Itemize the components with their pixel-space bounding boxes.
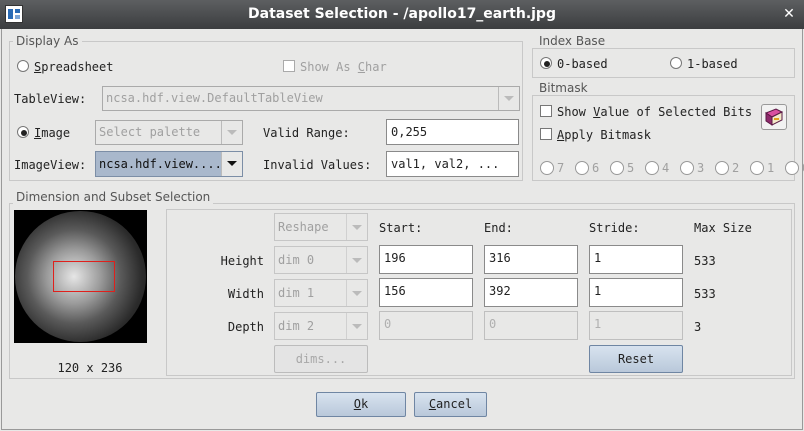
zero-based-radio[interactable] — [540, 57, 552, 69]
invalid-values-label: Invalid Values: — [263, 158, 372, 172]
width-label: Width — [227, 287, 264, 301]
depth-dim-value: dim 2 — [278, 319, 315, 333]
height-max-size: 533 — [694, 254, 716, 268]
close-icon[interactable]: ✕ — [780, 5, 798, 23]
bit-radio[interactable] — [575, 161, 589, 175]
chevron-down-icon — [352, 324, 362, 329]
height-dim-select[interactable]: dim 0 — [274, 246, 368, 274]
cancel-button[interactable]: Cancel — [414, 392, 487, 417]
bit-radio[interactable] — [610, 161, 624, 175]
apply-bitmask-label[interactable]: Apply Bitmask — [557, 127, 651, 143]
imageview-label: ImageView: — [14, 158, 87, 172]
height-dim-value: dim 0 — [278, 253, 315, 267]
show-value-checkbox[interactable] — [540, 105, 552, 117]
bit-option[interactable]: 0 — [785, 160, 804, 176]
palette-value: Select palette — [99, 125, 201, 139]
bit-option[interactable]: 6 — [575, 160, 607, 176]
chevron-down-icon — [352, 225, 362, 230]
image-thumbnail[interactable] — [14, 210, 147, 343]
depth-label: Depth — [227, 320, 264, 334]
one-based-radio[interactable] — [670, 57, 682, 69]
bit-radio[interactable] — [680, 161, 694, 175]
show-value-label[interactable]: Show Value of Selected Bits — [557, 104, 752, 120]
reshape-select[interactable]: Reshape — [274, 213, 368, 241]
bit-option[interactable]: 7 — [540, 160, 572, 176]
show-as-char-checkbox[interactable] — [283, 60, 295, 72]
dims-button[interactable]: dims... — [274, 345, 368, 373]
max-size-header: Max Size — [694, 221, 752, 235]
thumbnail-size-caption: 120 x 236 — [57, 361, 123, 375]
subset-legend: Dimension and Subset Selection — [13, 190, 214, 204]
bit-option[interactable]: 4 — [645, 160, 677, 176]
imageview-value: ncsa.hdf.view.... — [99, 157, 222, 171]
spreadsheet-label[interactable]: Spreadsheet — [34, 59, 113, 75]
ok-button[interactable]: Ok — [316, 392, 406, 417]
tableview-value: ncsa.hdf.view.DefaultTableView — [106, 91, 323, 105]
width-dim-value: dim 1 — [278, 286, 315, 300]
book-icon[interactable] — [761, 104, 787, 130]
bit-radio-row: 7 6 5 4 3 2 1 0 — [540, 160, 804, 176]
depth-max-size: 3 — [694, 320, 702, 334]
show-as-char-label: Show As Char — [300, 60, 387, 74]
stride-header: Stride: — [589, 221, 640, 235]
tableview-select[interactable]: ncsa.hdf.view.DefaultTableView — [102, 86, 520, 111]
bit-radio[interactable] — [785, 161, 799, 175]
bitmask-legend: Bitmask — [536, 81, 591, 95]
spreadsheet-radio[interactable] — [17, 60, 29, 72]
image-label[interactable]: Image — [34, 125, 70, 141]
valid-range-input[interactable]: 0,255 — [386, 119, 519, 145]
bit-radio[interactable] — [715, 161, 729, 175]
chevron-down-icon — [504, 96, 514, 101]
depth-dim-select[interactable]: dim 2 — [274, 312, 368, 340]
palette-select[interactable]: Select palette — [95, 120, 243, 145]
end-header: End: — [484, 221, 513, 235]
one-based-label[interactable]: 1-based — [687, 56, 738, 72]
height-start-input[interactable]: 196 — [379, 245, 473, 274]
width-max-size: 533 — [694, 287, 716, 301]
selection-rectangle[interactable] — [53, 261, 115, 292]
reshape-value: Reshape — [278, 220, 329, 234]
chevron-down-icon — [227, 130, 237, 135]
depth-end-input[interactable]: 0 — [484, 311, 578, 340]
width-stride-input[interactable]: 1 — [589, 278, 683, 307]
valid-range-label: Valid Range: — [263, 126, 350, 140]
depth-stride-input[interactable]: 1 — [589, 311, 683, 340]
index-base-legend: Index Base — [536, 34, 609, 48]
chevron-down-icon — [227, 161, 237, 166]
reset-button[interactable]: Reset — [589, 345, 683, 373]
bit-radio[interactable] — [540, 161, 554, 175]
height-stride-input[interactable]: 1 — [589, 245, 683, 274]
zero-based-label[interactable]: 0-based — [557, 56, 608, 72]
tableview-label: TableView: — [14, 92, 87, 106]
chevron-down-icon — [352, 258, 362, 263]
apply-bitmask-checkbox[interactable] — [540, 128, 552, 140]
depth-start-input[interactable]: 0 — [379, 311, 473, 340]
window-title: Dataset Selection - /apollo17_earth.jpg — [248, 6, 556, 22]
display-as-legend: Display As — [13, 34, 82, 48]
imageview-select[interactable]: ncsa.hdf.view.... — [95, 151, 243, 177]
bit-option[interactable]: 3 — [680, 160, 712, 176]
bit-option[interactable]: 1 — [750, 160, 782, 176]
width-dim-select[interactable]: dim 1 — [274, 279, 368, 307]
height-end-input[interactable]: 316 — [484, 245, 578, 274]
height-label: Height — [220, 254, 264, 268]
width-start-input[interactable]: 156 — [379, 278, 473, 307]
bit-option[interactable]: 2 — [715, 160, 747, 176]
bit-radio[interactable] — [750, 161, 764, 175]
width-end-input[interactable]: 392 — [484, 278, 578, 307]
invalid-values-input[interactable]: val1, val2, ... — [386, 151, 519, 177]
bit-radio[interactable] — [645, 161, 659, 175]
bit-option[interactable]: 5 — [610, 160, 642, 176]
chevron-down-icon — [352, 291, 362, 296]
start-header: Start: — [379, 221, 423, 235]
image-radio[interactable] — [17, 126, 29, 138]
